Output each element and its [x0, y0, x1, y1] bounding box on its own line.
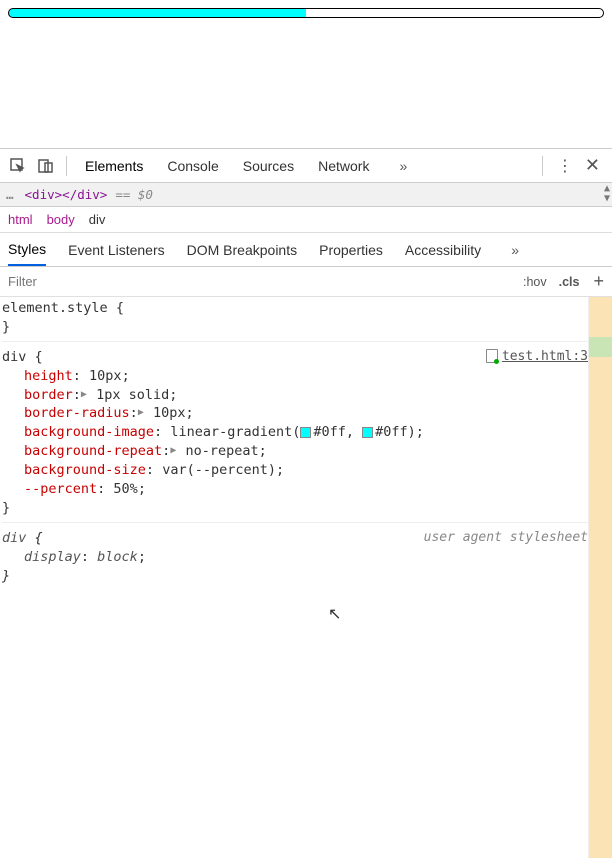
subtab-styles[interactable]: Styles [8, 234, 46, 266]
subtab-event-listeners[interactable]: Event Listeners [68, 235, 165, 265]
progress-bar-element[interactable] [8, 8, 604, 18]
dom-ellipsis: … [6, 187, 15, 202]
kebab-menu-icon[interactable]: ⋮ [557, 156, 573, 176]
rule-user-agent: user agent stylesheet div { display: blo… [2, 529, 588, 590]
close-icon[interactable]: ✕ [581, 155, 604, 176]
inspect-icon[interactable] [4, 152, 32, 180]
color-swatch-icon[interactable] [362, 427, 373, 438]
device-toggle-icon[interactable] [32, 152, 60, 180]
selector: div [2, 530, 26, 546]
subtab-properties[interactable]: Properties [319, 235, 383, 265]
tab-sources[interactable]: Sources [241, 152, 296, 180]
rule-div[interactable]: test.html:3 div { height: 10px; border:▶… [2, 348, 588, 523]
breadcrumb: html body div [0, 207, 612, 233]
expand-icon[interactable]: ▶ [138, 406, 144, 420]
file-icon [486, 349, 498, 363]
source-link[interactable]: test.html:3 [486, 348, 588, 366]
styles-rules[interactable]: element.style { } test.html:3 div { heig… [0, 297, 588, 858]
tabs-overflow-icon[interactable]: » [391, 158, 415, 174]
separator [542, 156, 543, 176]
separator [66, 156, 67, 176]
styles-filter-row: :hov .cls + [0, 267, 612, 297]
styles-filter-input[interactable] [0, 274, 517, 289]
main-tabs: Elements Console Sources Network » [73, 152, 532, 180]
hov-toggle[interactable]: :hov [517, 275, 553, 289]
color-swatch-icon[interactable] [300, 427, 311, 438]
box-model-sidebar[interactable] [588, 297, 612, 858]
expand-icon[interactable]: ▶ [170, 444, 176, 458]
cls-toggle[interactable]: .cls [553, 275, 586, 289]
styles-subtabs: Styles Event Listeners DOM Breakpoints P… [0, 233, 612, 267]
tab-console[interactable]: Console [165, 152, 220, 180]
subtab-dom-breakpoints[interactable]: DOM Breakpoints [187, 235, 297, 265]
breadcrumb-div[interactable]: div [89, 212, 106, 227]
rule-element-style[interactable]: element.style { } [2, 299, 588, 342]
selector: element.style [2, 300, 108, 316]
dom-close-tag: </div> [62, 187, 107, 202]
dom-selected-strip[interactable]: … <div></div> == $0 ▲▼ [0, 183, 612, 207]
expand-icon[interactable]: ▶ [81, 388, 87, 402]
devtools-toolbar: Elements Console Sources Network » ⋮ ✕ [0, 149, 612, 183]
page-preview [0, 0, 612, 148]
new-rule-button[interactable]: + [585, 271, 612, 292]
styles-body: element.style { } test.html:3 div { heig… [0, 297, 612, 858]
breadcrumb-html[interactable]: html [8, 212, 33, 227]
breadcrumb-body[interactable]: body [47, 212, 75, 227]
dom-equals-ref: == $0 [115, 187, 153, 202]
dom-scroll-icon[interactable]: ▲▼ [604, 184, 610, 204]
selector: div [2, 349, 26, 365]
dom-open-tag: <div> [25, 187, 63, 202]
subtabs-overflow-icon[interactable]: » [503, 242, 527, 258]
ua-stylesheet-note: user agent stylesheet [424, 529, 588, 547]
subtab-accessibility[interactable]: Accessibility [405, 235, 481, 265]
tab-network[interactable]: Network [316, 152, 371, 180]
tab-elements[interactable]: Elements [83, 152, 145, 180]
devtools-panel: Elements Console Sources Network » ⋮ ✕ …… [0, 148, 612, 858]
